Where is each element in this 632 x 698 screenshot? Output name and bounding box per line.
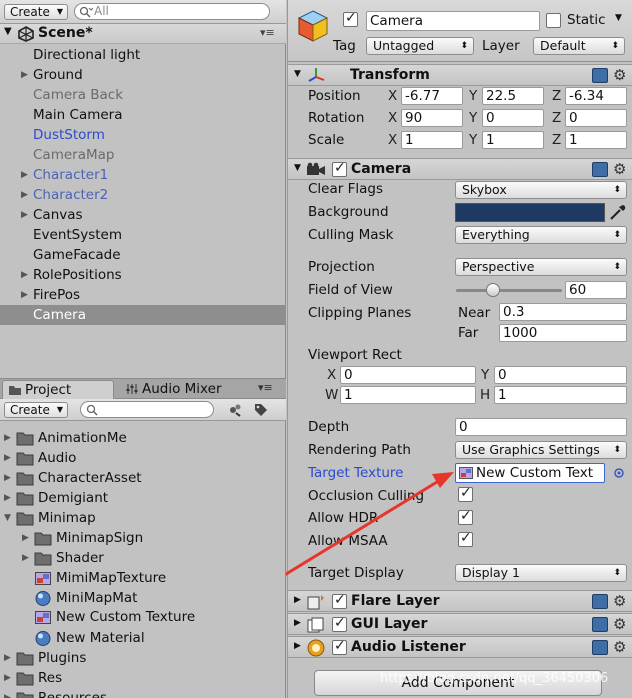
render-texture-icon [35, 611, 51, 624]
folder-icon [16, 512, 34, 526]
project-item[interactable]: ▶ CharacterAsset [0, 468, 286, 488]
annotation-arrow-head [432, 472, 454, 488]
folder-icon [16, 692, 34, 698]
tab-project-label: Project [25, 382, 72, 398]
chevron-down-icon: ▼ [56, 405, 63, 414]
project-item[interactable]: ▶ Res [0, 668, 286, 688]
folder-icon [16, 672, 34, 686]
folder-icon [34, 532, 52, 546]
folder-icon [34, 552, 52, 566]
project-item-label: New Material [56, 630, 145, 646]
material-sphere-icon [35, 631, 51, 646]
expand-arrow-icon[interactable]: ▶ [4, 428, 11, 448]
tab-audio-mixer[interactable]: Audio Mixer [120, 380, 240, 399]
project-item-label: Demigiant [38, 490, 109, 506]
project-panel: Project Audio Mixer ▾≡ Create ▼ ▶ Animati… [0, 378, 286, 698]
project-item-label: Res [38, 670, 63, 686]
project-item[interactable]: ▶ Plugins [0, 648, 286, 668]
project-item[interactable]: New Custom Texture [0, 607, 286, 627]
search-icon [86, 404, 98, 416]
project-item[interactable]: ▶ Resources [0, 688, 286, 698]
project-create-button[interactable]: Create ▼ [4, 402, 68, 418]
project-item-label: Minimap [38, 510, 96, 526]
project-item-label: Shader [56, 550, 104, 566]
project-item-label: New Custom Texture [56, 609, 196, 625]
expand-arrow-icon[interactable]: ▶ [4, 448, 11, 468]
expand-arrow-icon[interactable]: ▶ [4, 648, 11, 668]
project-tabbar: Project Audio Mixer ▾≡ [0, 379, 286, 399]
filter-by-type-icon[interactable] [227, 402, 243, 418]
tab-audio-mixer-label: Audio Mixer [142, 381, 222, 397]
expand-arrow-icon[interactable]: ▶ [4, 688, 11, 698]
folder-icon [16, 432, 34, 446]
expand-arrow-icon[interactable]: ▶ [4, 668, 11, 688]
tab-project[interactable]: Project [2, 380, 114, 399]
project-item-label: CharacterAsset [38, 470, 142, 486]
folder-icon [16, 452, 34, 466]
project-item[interactable]: ▶ MinimapSign [0, 528, 286, 548]
project-item-label: MimiMapTexture [56, 570, 167, 586]
project-toolbar: Create ▼ [0, 399, 286, 421]
expand-arrow-icon[interactable]: ▼ [4, 508, 11, 528]
project-item[interactable]: ▶ Audio [0, 448, 286, 468]
project-item-label: AnimationMe [38, 430, 127, 446]
audio-mixer-icon [126, 384, 138, 394]
expand-arrow-icon[interactable]: ▶ [4, 468, 11, 488]
folder-icon [16, 492, 34, 506]
folder-icon [16, 652, 34, 666]
expand-arrow-icon[interactable]: ▶ [4, 488, 11, 508]
project-item-label: MiniMapMat [56, 590, 138, 606]
filter-by-label-icon[interactable] [253, 402, 269, 418]
material-sphere-icon [35, 591, 51, 606]
project-item-label: Audio [38, 450, 77, 466]
folder-icon [9, 386, 21, 395]
render-texture-icon [35, 572, 51, 585]
project-item[interactable]: New Material [0, 628, 286, 648]
project-item[interactable]: MimiMapTexture [0, 568, 286, 588]
project-item[interactable]: ▶ Demigiant [0, 488, 286, 508]
folder-icon [16, 472, 34, 486]
project-item-label: MinimapSign [56, 530, 144, 546]
create-button-label: Create [10, 403, 50, 417]
project-item[interactable]: MiniMapMat [0, 588, 286, 608]
expand-arrow-icon[interactable]: ▶ [22, 528, 29, 548]
project-item[interactable]: ▶ Shader [0, 548, 286, 568]
project-item[interactable]: ▶ AnimationMe [0, 428, 286, 448]
expand-arrow-icon[interactable]: ▶ [22, 548, 29, 568]
project-item-label: Plugins [38, 650, 87, 666]
project-search-input[interactable] [80, 401, 214, 418]
panel-menu-icon[interactable]: ▾≡ [258, 381, 273, 394]
project-item-label: Resources [38, 690, 107, 698]
project-item[interactable]: ▼ Minimap [0, 508, 286, 528]
